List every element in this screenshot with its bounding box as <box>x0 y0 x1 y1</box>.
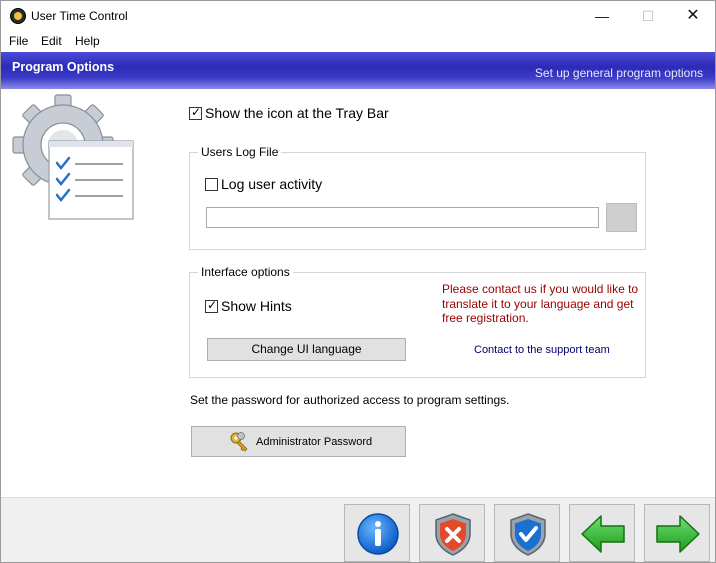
menu-bar: File Edit Help <box>1 31 715 52</box>
shield-check-icon <box>510 513 546 556</box>
password-description: Set the password for authorized access t… <box>190 393 510 407</box>
interface-options-group: Interface options Show Hints Change UI l… <box>189 265 646 378</box>
minimize-button[interactable]: — <box>579 1 625 31</box>
settings-gear-icon <box>12 94 134 220</box>
menu-help[interactable]: Help <box>75 34 100 48</box>
browse-button[interactable] <box>606 203 637 232</box>
log-activity-checkbox[interactable] <box>205 178 218 191</box>
users-log-title: Users Log File <box>198 145 282 159</box>
show-hints-checkbox[interactable] <box>205 298 218 313</box>
tray-icon-label: Show the icon at the Tray Bar <box>205 105 389 121</box>
key-icon <box>230 432 248 452</box>
support-team-link[interactable]: Contact to the support team <box>474 344 610 356</box>
apply-button[interactable] <box>494 504 560 562</box>
close-button[interactable]: ✕ <box>670 1 716 31</box>
tray-icon-checkbox[interactable] <box>189 105 202 120</box>
back-button[interactable] <box>569 504 635 562</box>
log-activity-option[interactable]: Log user activity <box>205 176 322 192</box>
menu-edit[interactable]: Edit <box>41 34 62 48</box>
interface-options-title: Interface options <box>198 265 293 279</box>
arrow-right-icon <box>656 515 700 553</box>
info-icon <box>357 513 399 555</box>
log-path-input[interactable] <box>206 207 599 228</box>
cancel-button[interactable] <box>419 504 485 562</box>
shield-x-icon <box>435 513 471 556</box>
page-subtitle: Set up general program options <box>534 66 703 80</box>
header-banner: Program Options Set up general program o… <box>1 52 715 89</box>
translation-contact-text: Please contact us if you would like to t… <box>442 282 639 325</box>
info-button[interactable] <box>344 504 410 562</box>
app-window: User Time Control — ☐ ✕ File Edit Help P… <box>0 0 716 563</box>
arrow-left-icon <box>581 515 625 553</box>
options-panel: Show the icon at the Tray Bar Users Log … <box>1 89 715 497</box>
title-bar: User Time Control — ☐ ✕ <box>1 1 715 31</box>
show-hints-label: Show Hints <box>221 298 292 314</box>
app-icon <box>10 8 26 24</box>
menu-file[interactable]: File <box>9 34 28 48</box>
tray-icon-option[interactable]: Show the icon at the Tray Bar <box>189 105 389 121</box>
next-button[interactable] <box>644 504 710 562</box>
show-hints-option[interactable]: Show Hints <box>205 298 292 314</box>
users-log-group: Users Log File Log user activity <box>189 145 646 250</box>
administrator-password-label: Administrator Password <box>256 436 373 448</box>
window-title: User Time Control <box>31 9 128 23</box>
change-language-button[interactable]: Change UI language <box>207 338 406 361</box>
log-activity-label: Log user activity <box>221 176 323 192</box>
bottom-toolbar <box>1 497 715 562</box>
page-title: Program Options <box>12 60 115 74</box>
maximize-button[interactable]: ☐ <box>625 1 671 31</box>
administrator-password-button[interactable]: Administrator Password <box>191 426 406 457</box>
